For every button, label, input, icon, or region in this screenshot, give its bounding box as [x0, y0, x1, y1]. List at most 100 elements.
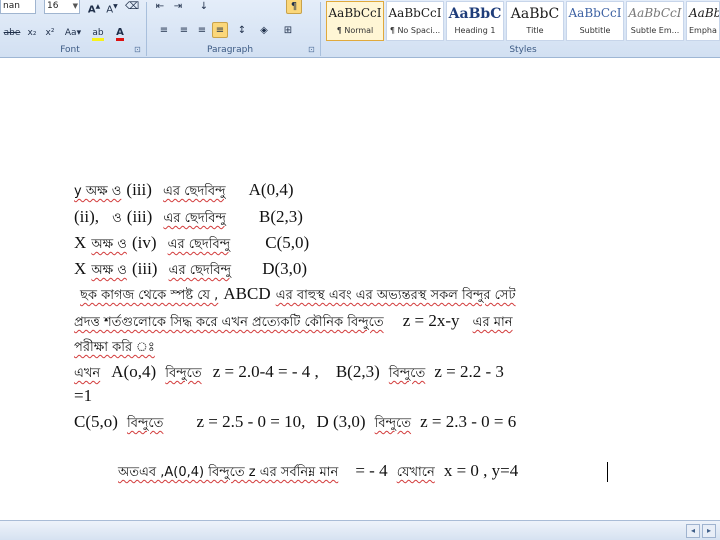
- doc-point: C(5,0): [265, 233, 310, 252]
- subscript-button[interactable]: x₂: [24, 24, 40, 40]
- superscript-button[interactable]: x²: [42, 24, 58, 40]
- doc-text: (iv): [131, 233, 157, 252]
- style-sample: AaBbC: [510, 6, 560, 22]
- doc-line-3: X অক্ষ ও (iv) এর ছেদবিন্দু C(5,0): [74, 233, 309, 256]
- justify-button[interactable]: ≡: [212, 22, 228, 38]
- font-size-box[interactable]: 16 ▼: [44, 0, 80, 14]
- font-color-icon: A: [116, 27, 124, 41]
- align-right-button[interactable]: ≡: [194, 22, 210, 38]
- doc-paragraph-line-2: প্রদত্ত শর্তগুলোকে সিদ্ধ করে এখন প্রত্যে…: [74, 311, 513, 334]
- doc-text: অক্ষ ও: [91, 237, 127, 252]
- style-normal[interactable]: AaBbCcI ¶ Normal: [326, 1, 384, 41]
- doc-text: এর ছেদবিন্দু: [168, 263, 232, 278]
- styles-group-label: Styles: [509, 45, 537, 55]
- doc-equation: =1: [74, 386, 93, 405]
- font-dialog-launcher-icon[interactable]: ⊡: [134, 45, 141, 54]
- doc-text: এর ছেদবিন্দু: [167, 237, 231, 252]
- doc-eval-line-2: =1: [74, 386, 92, 406]
- horizontal-scrollbar[interactable]: [0, 520, 720, 540]
- scroll-left-icon[interactable]: ◂: [686, 524, 700, 538]
- align-left-button[interactable]: ≡: [156, 22, 172, 38]
- align-center-button[interactable]: ≡: [176, 22, 192, 38]
- change-case-label: Aa: [64, 28, 77, 38]
- doc-text: y অক্ষ ও: [74, 184, 122, 199]
- font-name-box[interactable]: nan: [0, 0, 36, 14]
- superscript-label: x²: [45, 28, 55, 38]
- doc-point: D (3,0): [316, 412, 366, 431]
- borders-button[interactable]: ⊞: [280, 22, 296, 38]
- group-divider: [146, 2, 147, 56]
- show-marks-button[interactable]: ¶: [286, 0, 302, 14]
- clear-format-button[interactable]: ⌫: [124, 0, 140, 14]
- doc-text: বিন্দুতে: [388, 366, 426, 381]
- paragraph-group-label: Paragraph: [206, 45, 254, 55]
- paragraph-dialog-launcher-icon[interactable]: ⊡: [308, 45, 315, 54]
- doc-paragraph-line-1: ছক কাগজ থেকে স্পষ্ট যে , ABCD এর বাহুস্থ…: [80, 284, 516, 307]
- doc-text: ও: [112, 211, 122, 226]
- style-title[interactable]: AaBbC Title: [506, 1, 564, 41]
- font-color-button[interactable]: A: [112, 24, 128, 41]
- style-sample: AaBbC: [448, 6, 502, 22]
- font-name-value: nan: [3, 1, 20, 11]
- doc-text: এর মান: [472, 315, 513, 330]
- doc-text: বিন্দুতে: [374, 416, 412, 431]
- style-subtle-emphasis[interactable]: AaBbCcI Subtle Em...: [626, 1, 684, 41]
- doc-equation: = - 4: [355, 461, 388, 480]
- strikethrough-button[interactable]: abe: [2, 24, 22, 40]
- highlighter-icon: ab: [92, 28, 104, 41]
- doc-line-4: X অক্ষ ও (iii) এর ছেদবিন্দু D(3,0): [74, 259, 307, 282]
- doc-text: যেখানে: [396, 465, 435, 480]
- increase-indent-button[interactable]: ⇥: [170, 0, 186, 14]
- highlight-button[interactable]: ab: [90, 24, 106, 41]
- shading-button[interactable]: ◈: [256, 22, 272, 38]
- doc-text: (ii),: [74, 207, 100, 226]
- font-size-value: 16: [47, 1, 59, 11]
- doc-equation: z = 2.3 - 0 = 6: [420, 412, 517, 431]
- line-spacing-button[interactable]: ↕: [234, 22, 250, 38]
- doc-point: B(2,3): [259, 207, 303, 226]
- doc-equation: z = 2x-y: [402, 311, 460, 330]
- doc-paragraph-line-3: পরীক্ষা করি ঃ: [74, 336, 155, 359]
- style-subtitle[interactable]: AaBbCcI Subtitle: [566, 1, 624, 41]
- doc-text: এর ছেদবিন্দু: [163, 184, 226, 199]
- subscript-label: x₂: [27, 28, 37, 38]
- doc-line-1: y অক্ষ ও (iii) এর ছেদবিন্দু A(0,4): [74, 180, 294, 203]
- scroll-right-icon[interactable]: ▸: [702, 524, 716, 538]
- doc-text: এখন: [74, 366, 101, 381]
- shrink-font-button[interactable]: A▼: [104, 0, 120, 15]
- doc-line-2: (ii), ও (iii) এর ছেদবিন্দু B(2,3): [74, 207, 303, 230]
- style-sample: AaBbCcI: [689, 6, 719, 20]
- doc-equation: z = 2.0-4 = - 4 ,: [212, 362, 319, 381]
- style-emphasis[interactable]: AaBbCcI Empha: [686, 1, 720, 41]
- style-heading-1[interactable]: AaBbC Heading 1: [446, 1, 504, 41]
- style-no-spacing[interactable]: AaBbCcI ¶ No Spaci...: [386, 1, 444, 41]
- doc-eval-line-3: C(5,o) বিন্দুতে z = 2.5 - 0 = 10, D (3,0…: [74, 412, 516, 435]
- change-case-button[interactable]: Aa▾: [62, 24, 84, 40]
- style-name: ¶ No Spaci...: [389, 26, 441, 35]
- doc-point: A(0,4): [248, 180, 294, 199]
- doc-point: D(3,0): [262, 259, 308, 278]
- strikethrough-label: abe: [3, 28, 21, 38]
- doc-text: ছক কাগজ থেকে স্পষ্ট যে ,: [80, 288, 219, 303]
- doc-point: C(5,o): [74, 412, 118, 431]
- doc-text: X: [74, 259, 87, 278]
- doc-equation: z = 2.5 - 0 = 10,: [196, 412, 306, 431]
- decrease-indent-button[interactable]: ⇤: [152, 0, 168, 14]
- doc-equation: x = 0 , y=4: [443, 461, 519, 480]
- style-name: ¶ Normal: [336, 26, 374, 35]
- group-divider: [320, 2, 321, 56]
- doc-conclusion: অতএব ,A(0,4) বিন্দুতে z এর সর্বনিম্ন মান…: [118, 461, 518, 484]
- style-sample: AaBbCcI: [388, 6, 442, 20]
- doc-text: বিন্দুতে: [165, 366, 202, 381]
- doc-text: পরীক্ষা করি ঃ: [74, 340, 155, 355]
- ribbon: nan 16 ▼ A▲ A▼ ⌫ abe x₂ x² Aa▾ ab A Font…: [0, 0, 720, 58]
- style-name: Subtitle: [579, 26, 611, 35]
- doc-text: প্রদত্ত শর্তগুলোকে সিদ্ধ করে এখন প্রত্যে…: [74, 315, 384, 330]
- style-name: Heading 1: [454, 26, 496, 35]
- style-sample: AaBbCcI: [328, 6, 382, 20]
- doc-text: X: [74, 233, 87, 252]
- sort-button[interactable]: ↓: [196, 0, 212, 14]
- grow-font-button[interactable]: A▲: [86, 0, 102, 15]
- doc-point: A(o,4): [111, 362, 157, 381]
- doc-text: ABCD: [223, 284, 271, 303]
